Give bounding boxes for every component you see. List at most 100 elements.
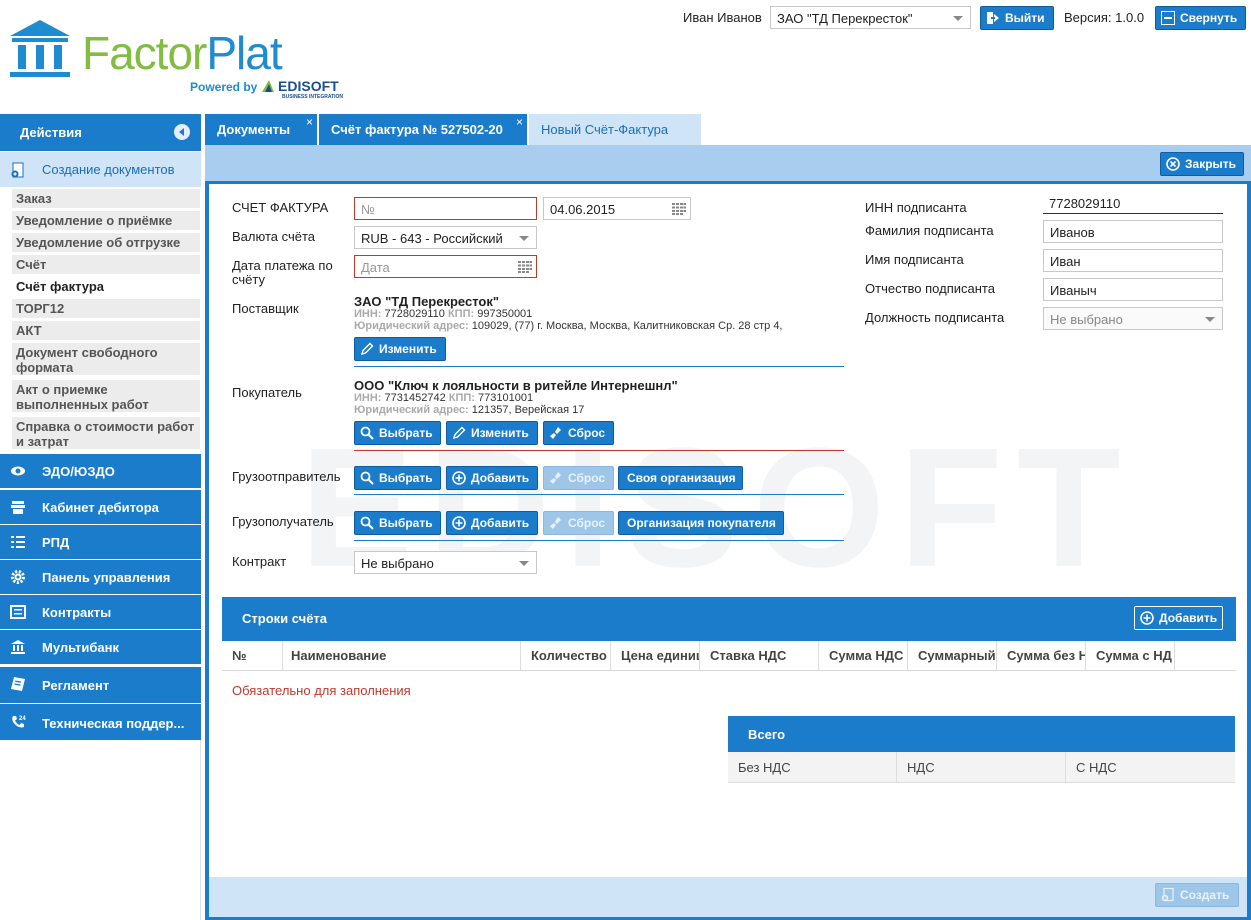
change-label: Изменить bbox=[379, 342, 437, 356]
sidebar-item-act[interactable]: АКТ bbox=[12, 321, 200, 340]
close-icon[interactable]: × bbox=[516, 115, 523, 129]
search-icon bbox=[360, 426, 374, 440]
sidebar-item-order[interactable]: Заказ bbox=[12, 189, 200, 208]
logout-button[interactable]: Выйти bbox=[980, 6, 1054, 30]
invoice-date-input[interactable]: 04.06.2015 bbox=[543, 197, 691, 220]
buyer-inn: 7731452742 bbox=[384, 392, 446, 404]
sidebar-item-cost-statement[interactable]: Справка о стоимости работ и затрат bbox=[12, 417, 200, 449]
invoice-number-input[interactable]: № bbox=[354, 197, 537, 220]
add-line-button[interactable]: Добавить bbox=[1134, 606, 1223, 630]
tab-strip: Документы × Счёт фактура № 527502-20 × Н… bbox=[205, 114, 1251, 145]
svg-text:24: 24 bbox=[19, 716, 26, 722]
column-header-unit-price[interactable]: Цена единиц bbox=[611, 641, 700, 670]
create-label: Создать bbox=[1180, 888, 1230, 902]
sidebar-section-create-documents[interactable]: Создание документов bbox=[0, 152, 201, 187]
select-label: Выбрать bbox=[379, 471, 433, 485]
own-organization-label: Своя организация bbox=[627, 471, 736, 485]
sidebar-nav-rpd[interactable]: РПД bbox=[0, 525, 201, 559]
column-header-quantity[interactable]: Количество bbox=[521, 641, 611, 670]
form-toolbar bbox=[205, 145, 1251, 181]
buyer-change-button[interactable]: Изменить bbox=[446, 421, 538, 445]
shipper-reset-button[interactable]: Сброс bbox=[543, 466, 614, 490]
collapse-button[interactable]: Свернуть bbox=[1155, 6, 1246, 30]
column-header-number[interactable]: № bbox=[222, 641, 283, 670]
currency-select[interactable]: RUB - 643 - Российский bbox=[354, 226, 537, 249]
broom-icon bbox=[550, 427, 561, 439]
address-key: Юридический адрес: bbox=[354, 320, 469, 332]
calendar-icon[interactable] bbox=[672, 203, 686, 215]
broom-icon bbox=[550, 517, 561, 529]
calendar-icon[interactable] bbox=[518, 261, 532, 273]
column-header-amount-with-vat[interactable]: Сумма с НД bbox=[1086, 641, 1175, 670]
column-header-total[interactable]: Суммарный bbox=[908, 641, 997, 670]
sidebar-nav-label: Техническая поддер... bbox=[42, 716, 185, 731]
signer-position-select[interactable]: Не выбрано bbox=[1043, 307, 1223, 330]
tab-new-invoice[interactable]: Новый Счёт-Фактура bbox=[529, 114, 701, 145]
column-header-vat-amount[interactable]: Сумма НДС bbox=[819, 641, 908, 670]
sidebar-nav-control-panel[interactable]: Панель управления bbox=[0, 560, 201, 594]
consignee-select-button[interactable]: Выбрать bbox=[354, 511, 441, 535]
supplier-label: Поставщик bbox=[232, 301, 299, 316]
shipper-add-button[interactable]: Добавить bbox=[446, 466, 538, 490]
sidebar-nav-label: Мультибанк bbox=[42, 640, 119, 655]
sidebar-item-invoice[interactable]: Счёт bbox=[12, 255, 200, 274]
sidebar-nav-regulations[interactable]: Регламент bbox=[0, 667, 201, 703]
sidebar-item-free-format[interactable]: Документ свободного формата bbox=[12, 343, 200, 375]
sidebar-empty-area bbox=[0, 740, 201, 920]
column-header-vat-rate[interactable]: Ставка НДС bbox=[700, 641, 819, 670]
sidebar-nav-label: ЭДО/ЮЗДО bbox=[42, 464, 115, 479]
app-logo-text: FactorPlat bbox=[82, 26, 283, 80]
sidebar-nav-contracts[interactable]: Контракты bbox=[0, 595, 201, 629]
contract-select[interactable]: Не выбрано bbox=[354, 551, 537, 574]
shipper-label: Грузоотправитель bbox=[232, 469, 341, 484]
logo-icon bbox=[10, 20, 70, 77]
logo-part-1: Factor bbox=[82, 27, 207, 79]
form-footer bbox=[209, 877, 1247, 917]
signer-middle-name-input[interactable]: Иваныч bbox=[1043, 278, 1223, 301]
sidebar-nav-edo[interactable]: ЭДО/ЮЗДО bbox=[0, 454, 201, 488]
signer-position-value: Не выбрано bbox=[1050, 312, 1123, 327]
supplier-change-button[interactable]: Изменить bbox=[354, 337, 446, 361]
change-label: Изменить bbox=[471, 426, 529, 440]
signer-first-name-label: Имя подписанта bbox=[865, 252, 964, 267]
close-document-button[interactable]: Закрыть bbox=[1160, 152, 1244, 176]
sidebar-nav-label: Контракты bbox=[42, 605, 112, 620]
tab-invoice-527502[interactable]: Счёт фактура № 527502-20 × bbox=[319, 114, 527, 145]
buyer-organization-button[interactable]: Организация покупателя bbox=[618, 511, 784, 535]
sidebar-item-torg12[interactable]: ТОРГ12 bbox=[12, 299, 200, 318]
own-organization-button[interactable]: Своя организация bbox=[618, 466, 743, 490]
sidebar-nav-debtor-cabinet[interactable]: Кабинет дебитора bbox=[0, 490, 201, 524]
sidebar-item-shipment-notice[interactable]: Уведомление об отгрузке bbox=[12, 233, 200, 252]
organization-select[interactable]: ЗАО "ТД Перекресток" bbox=[770, 6, 971, 29]
tab-documents[interactable]: Документы × bbox=[205, 114, 317, 145]
collapse-sidebar-icon[interactable] bbox=[174, 124, 190, 140]
create-button[interactable]: Создать bbox=[1155, 883, 1239, 907]
plus-circle-icon bbox=[452, 471, 466, 485]
column-header-name[interactable]: Наименование bbox=[283, 641, 521, 670]
totals-title: Всего bbox=[748, 727, 786, 742]
close-label: Закрыть bbox=[1185, 157, 1237, 171]
sidebar-item-work-acceptance[interactable]: Акт о приемке выполненных работ bbox=[12, 380, 200, 412]
buyer-reset-button[interactable]: Сброс bbox=[543, 421, 614, 445]
shipper-select-button[interactable]: Выбрать bbox=[354, 466, 441, 490]
reset-label: Сброс bbox=[568, 426, 606, 440]
payment-date-input[interactable]: Дата bbox=[354, 255, 537, 278]
sidebar-item-receipt-notice[interactable]: Уведомление о приёмке bbox=[12, 211, 200, 230]
signer-first-name-input[interactable]: Иван bbox=[1043, 249, 1223, 272]
signer-last-name-input[interactable]: Иванов bbox=[1043, 220, 1223, 243]
consignee-add-button[interactable]: Добавить bbox=[446, 511, 538, 535]
sidebar-item-tax-invoice[interactable]: Счёт фактура bbox=[12, 277, 200, 296]
sidebar-section-label: Создание документов bbox=[42, 162, 175, 177]
totals-vat: НДС bbox=[897, 752, 1066, 783]
buyer-select-button[interactable]: Выбрать bbox=[354, 421, 441, 445]
sidebar-nav-tech-support[interactable]: 24 Техническая поддер... bbox=[0, 704, 201, 741]
column-header-amount-without-vat[interactable]: Сумма без Н bbox=[997, 641, 1086, 670]
logout-label: Выйти bbox=[1005, 11, 1045, 25]
sidebar-nav-multibank[interactable]: Мультибанк bbox=[0, 630, 201, 664]
reset-label: Сброс bbox=[568, 516, 606, 530]
close-icon[interactable]: × bbox=[306, 115, 313, 129]
list-icon bbox=[11, 536, 25, 548]
contract-value: Не выбрано bbox=[361, 556, 434, 571]
payment-date-placeholder: Дата bbox=[361, 260, 390, 275]
consignee-reset-button[interactable]: Сброс bbox=[543, 511, 614, 535]
